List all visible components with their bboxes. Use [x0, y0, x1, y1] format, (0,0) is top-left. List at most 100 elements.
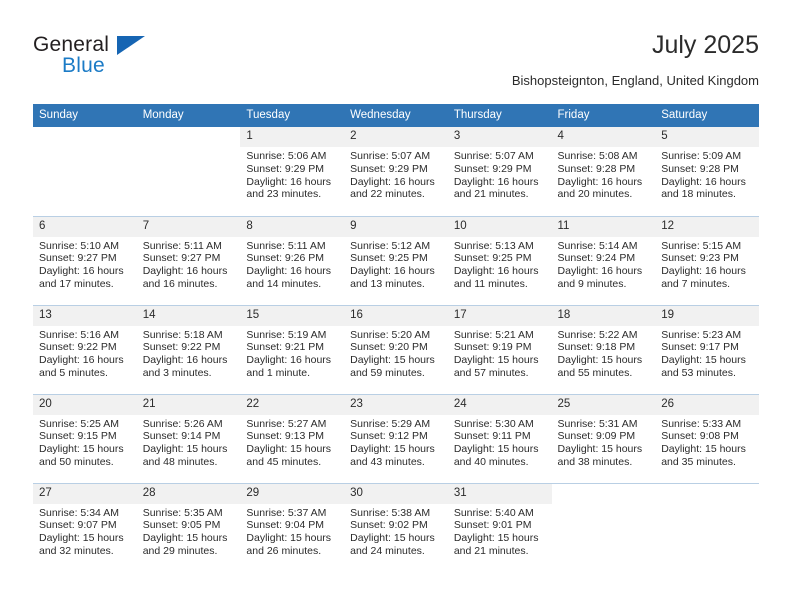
daylight-duration-line-2: and 26 minutes.	[246, 544, 322, 557]
day-number: 31	[447, 483, 552, 504]
sunrise-sunset-calendar: Sunday Monday Tuesday Wednesday Thursday…	[33, 104, 759, 572]
daylight-duration-line-1: Daylight: 16 hours	[142, 354, 228, 367]
page-title: July 2025	[651, 31, 759, 59]
calendar-day-cell[interactable]: 10 Sunrise: 5:13 AM Sunset: 9:25 PM Dayligh…	[447, 215, 552, 305]
sunrise-time: Sunrise: 5:21 AM	[453, 328, 534, 341]
calendar-cell-empty	[551, 482, 656, 572]
sunrise-time: Sunrise: 5:12 AM	[350, 239, 431, 252]
daylight-duration-line-2: and 22 minutes.	[350, 188, 425, 201]
daylight-duration-line-1: Daylight: 16 hours	[350, 265, 435, 278]
calendar-day-cell[interactable]: 27 Sunrise: 5:34 AM Sunset: 9:07 PM Dayligh…	[33, 482, 137, 572]
daylight-duration-line-1: Daylight: 15 hours	[142, 443, 228, 456]
calendar-day-cell[interactable]: 23 Sunrise: 5:29 AM Sunset: 9:12 PM Dayligh…	[344, 393, 448, 483]
day-sun-info: Sunrise: 5:15 AM Sunset: 9:23 PM Daylight:…	[655, 237, 759, 291]
sunset-time: Sunset: 9:18 PM	[557, 341, 636, 354]
daylight-duration-line-1: Daylight: 15 hours	[557, 443, 643, 456]
day-sun-info: Sunrise: 5:30 AM Sunset: 9:11 PM Daylight:…	[448, 415, 552, 469]
calendar-day-cell[interactable]: 16 Sunrise: 5:20 AM Sunset: 9:20 PM Dayligh…	[344, 304, 448, 394]
calendar-day-cell[interactable]: 19 Sunrise: 5:23 AM Sunset: 9:17 PM Dayligh…	[655, 304, 759, 394]
calendar-day-cell[interactable]: 5 Sunrise: 5:09 AM Sunset: 9:28 PM Daylight…	[655, 127, 759, 216]
day-sun-info: Sunrise: 5:10 AM Sunset: 9:27 PM Daylight:…	[33, 237, 137, 291]
day-sun-info: Sunrise: 5:31 AM Sunset: 9:09 PM Daylight:…	[552, 415, 656, 469]
calendar-day-cell[interactable]: 17 Sunrise: 5:21 AM Sunset: 9:19 PM Dayligh…	[447, 304, 552, 394]
day-number: 4	[551, 127, 656, 147]
daylight-duration-line-1: Daylight: 16 hours	[453, 175, 539, 188]
calendar-day-cell[interactable]: 1 Sunrise: 5:06 AM Sunset: 9:29 PM Daylight…	[240, 127, 345, 216]
sunset-time: Sunset: 9:24 PM	[557, 252, 636, 265]
sunrise-time: Sunrise: 5:07 AM	[453, 150, 534, 162]
calendar-day-cell[interactable]: 13 Sunrise: 5:16 AM Sunset: 9:22 PM Dayligh…	[33, 304, 137, 394]
calendar-day-cell[interactable]: 24 Sunrise: 5:30 AM Sunset: 9:11 PM Dayligh…	[447, 393, 552, 483]
sunrise-time: Sunrise: 5:10 AM	[39, 239, 119, 252]
daylight-duration-line-1: Daylight: 16 hours	[39, 354, 124, 367]
calendar-day-cell[interactable]: 8 Sunrise: 5:11 AM Sunset: 9:26 PM Daylight…	[240, 215, 345, 305]
daylight-duration-line-1: Daylight: 15 hours	[246, 443, 332, 456]
day-number: 24	[447, 394, 552, 415]
day-sun-info: Sunrise: 5:11 AM Sunset: 9:27 PM Daylight:…	[137, 237, 241, 291]
sunrise-time: Sunrise: 5:22 AM	[557, 328, 638, 341]
calendar-day-cell[interactable]: 28 Sunrise: 5:35 AM Sunset: 9:05 PM Dayligh…	[136, 482, 241, 572]
logo-text-blue: Blue	[62, 54, 105, 77]
calendar-day-cell[interactable]: 20 Sunrise: 5:25 AM Sunset: 9:15 PM Dayligh…	[33, 393, 137, 483]
daylight-duration-line-1: Daylight: 15 hours	[453, 532, 539, 545]
sunrise-time: Sunrise: 5:11 AM	[142, 239, 222, 252]
calendar-day-cell[interactable]: 2 Sunrise: 5:07 AM Sunset: 9:29 PM Daylight…	[344, 127, 448, 216]
calendar-day-cell[interactable]: 3 Sunrise: 5:07 AM Sunset: 9:29 PM Daylight…	[447, 127, 552, 216]
day-number: 15	[240, 305, 345, 326]
daylight-duration-line-1: Daylight: 15 hours	[350, 532, 435, 545]
day-number: 23	[344, 394, 448, 415]
day-number: 2	[344, 127, 448, 147]
sunset-time: Sunset: 9:22 PM	[142, 341, 221, 354]
day-number	[551, 483, 656, 504]
sunset-time: Sunset: 9:02 PM	[350, 519, 428, 532]
calendar-day-cell[interactable]: 31 Sunrise: 5:40 AM Sunset: 9:01 PM Dayligh…	[447, 482, 552, 572]
calendar-week-row: 27 Sunrise: 5:34 AM Sunset: 9:07 PM Dayligh…	[33, 482, 759, 572]
calendar-cell-empty	[33, 127, 137, 216]
calendar-day-cell[interactable]: 18 Sunrise: 5:22 AM Sunset: 9:18 PM Dayligh…	[551, 304, 656, 394]
daylight-duration-line-1: Daylight: 15 hours	[39, 443, 124, 456]
daylight-duration-line-1: Daylight: 16 hours	[661, 175, 746, 188]
day-sun-info: Sunrise: 5:29 AM Sunset: 9:12 PM Daylight:…	[344, 415, 448, 469]
day-number: 29	[240, 483, 345, 504]
sunset-time: Sunset: 9:27 PM	[39, 252, 117, 265]
day-number: 28	[136, 483, 241, 504]
calendar-day-cell[interactable]: 29 Sunrise: 5:37 AM Sunset: 9:04 PM Dayligh…	[240, 482, 345, 572]
calendar-day-cell[interactable]: 7 Sunrise: 5:11 AM Sunset: 9:27 PM Daylight…	[136, 215, 241, 305]
daylight-duration-line-2: and 14 minutes.	[246, 277, 322, 290]
sunset-time: Sunset: 9:13 PM	[246, 430, 325, 443]
sunset-time: Sunset: 9:15 PM	[39, 430, 117, 443]
daylight-duration-line-2: and 5 minutes.	[39, 366, 108, 379]
calendar-day-cell[interactable]: 12 Sunrise: 5:15 AM Sunset: 9:23 PM Dayligh…	[655, 215, 759, 305]
calendar-body: 1 Sunrise: 5:06 AM Sunset: 9:29 PM Daylight…	[33, 127, 759, 572]
calendar-day-cell[interactable]: 15 Sunrise: 5:19 AM Sunset: 9:21 PM Dayligh…	[240, 304, 345, 394]
general-blue-logo[interactable]: General Blue	[33, 33, 243, 89]
daylight-duration-line-1: Daylight: 15 hours	[246, 532, 332, 545]
sunrise-time: Sunrise: 5:15 AM	[661, 239, 742, 252]
day-sun-info: Sunrise: 5:07 AM Sunset: 9:29 PM Daylight:…	[344, 147, 448, 201]
calendar-day-cell[interactable]: 25 Sunrise: 5:31 AM Sunset: 9:09 PM Dayligh…	[551, 393, 656, 483]
day-sun-info: Sunrise: 5:18 AM Sunset: 9:22 PM Daylight:…	[137, 326, 241, 380]
calendar-day-cell[interactable]: 4 Sunrise: 5:08 AM Sunset: 9:28 PM Daylight…	[551, 127, 656, 216]
daylight-duration-line-2: and 40 minutes.	[453, 455, 529, 468]
calendar-day-cell[interactable]: 21 Sunrise: 5:26 AM Sunset: 9:14 PM Dayligh…	[136, 393, 241, 483]
calendar-day-cell[interactable]: 22 Sunrise: 5:27 AM Sunset: 9:13 PM Dayligh…	[240, 393, 345, 483]
calendar-cell-empty	[655, 482, 759, 572]
daylight-duration-line-1: Daylight: 15 hours	[661, 443, 746, 456]
day-sun-info: Sunrise: 5:38 AM Sunset: 9:02 PM Daylight:…	[344, 504, 448, 558]
day-number: 18	[551, 305, 656, 326]
day-sun-info: Sunrise: 5:22 AM Sunset: 9:18 PM Daylight:…	[552, 326, 656, 380]
calendar-day-cell[interactable]: 11 Sunrise: 5:14 AM Sunset: 9:24 PM Dayligh…	[551, 215, 656, 305]
daylight-duration-line-2: and 32 minutes.	[39, 544, 114, 557]
day-number: 30	[344, 483, 448, 504]
calendar-day-cell[interactable]: 30 Sunrise: 5:38 AM Sunset: 9:02 PM Dayligh…	[344, 482, 448, 572]
daylight-duration-line-1: Daylight: 16 hours	[246, 354, 332, 367]
day-sun-info: Sunrise: 5:26 AM Sunset: 9:14 PM Daylight:…	[137, 415, 241, 469]
daylight-duration-line-2: and 20 minutes.	[557, 188, 633, 201]
calendar-day-cell[interactable]: 14 Sunrise: 5:18 AM Sunset: 9:22 PM Dayligh…	[136, 304, 241, 394]
calendar-day-cell[interactable]: 26 Sunrise: 5:33 AM Sunset: 9:08 PM Dayligh…	[655, 393, 759, 483]
sunrise-time: Sunrise: 5:18 AM	[142, 328, 223, 341]
calendar-day-cell[interactable]: 6 Sunrise: 5:10 AM Sunset: 9:27 PM Daylight…	[33, 215, 137, 305]
day-sun-info: Sunrise: 5:16 AM Sunset: 9:22 PM Daylight:…	[33, 326, 137, 380]
day-number: 21	[136, 394, 241, 415]
calendar-day-cell[interactable]: 9 Sunrise: 5:12 AM Sunset: 9:25 PM Daylight…	[344, 215, 448, 305]
